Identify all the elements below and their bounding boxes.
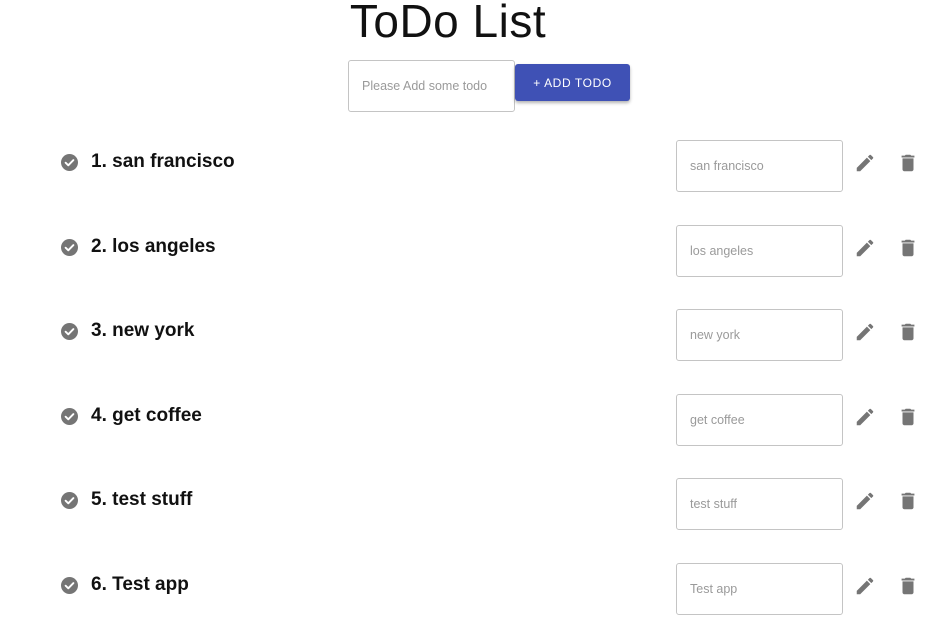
trash-icon[interactable] [897,406,919,428]
todo-item: 2. los angeles [0,224,944,310]
trash-icon[interactable] [897,575,919,597]
check-circle-icon[interactable] [61,154,78,171]
check-circle-icon[interactable] [61,492,78,509]
edit-todo-input[interactable] [676,140,843,192]
todo-label: 4. get coffee [91,404,202,426]
todo-label: 1. san francisco [91,151,235,172]
todo-item: 1. san francisco [0,140,944,225]
trash-icon[interactable] [897,152,919,174]
todo-label: 5. test stuff [91,489,193,510]
add-todo-input[interactable] [348,60,515,112]
pencil-icon[interactable] [854,152,876,174]
add-todo-form: + ADD TODO [348,60,630,112]
trash-icon[interactable] [897,490,919,512]
pencil-icon[interactable] [854,490,876,512]
page-title: ToDo List [349,0,547,47]
trash-icon[interactable] [897,321,919,343]
pencil-icon[interactable] [854,237,876,259]
edit-todo-input[interactable] [676,562,843,615]
todo-item: 6. Test app [0,562,944,623]
check-circle-icon[interactable] [61,576,78,594]
todo-item: 3. new york [0,309,944,394]
pencil-icon[interactable] [854,321,876,343]
todo-list: 1. san francisco 2. los angeles [0,140,944,623]
pencil-icon[interactable] [854,575,876,597]
todo-app: ToDo List + ADD TODO 1. san francisco 2.… [0,0,944,623]
todo-label: 3. new york [91,320,195,341]
edit-todo-input[interactable] [676,393,843,446]
check-circle-icon[interactable] [61,407,78,425]
edit-todo-input[interactable] [676,224,843,277]
todo-item: 4. get coffee [0,393,944,479]
add-todo-button[interactable]: + ADD TODO [515,64,630,101]
edit-todo-input[interactable] [676,309,843,361]
todo-label: 6. Test app [91,573,189,595]
trash-icon[interactable] [897,237,919,259]
todo-item: 5. test stuff [0,478,944,563]
pencil-icon[interactable] [854,406,876,428]
todo-label: 2. los angeles [91,235,216,257]
edit-todo-input[interactable] [676,478,843,530]
check-circle-icon[interactable] [61,238,78,256]
check-circle-icon[interactable] [61,323,78,340]
